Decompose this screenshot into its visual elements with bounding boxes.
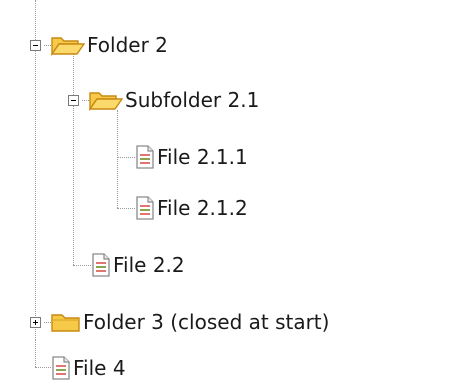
document-icon	[52, 356, 70, 380]
tree-connector	[35, 367, 51, 368]
tree-connector	[117, 110, 118, 208]
closed-folder-icon	[51, 314, 80, 332]
node-label: File 2.1.1	[157, 145, 248, 169]
node-label: Folder 2	[87, 33, 168, 57]
tree-node-file-2-1-2[interactable]: File 2.1.2	[135, 193, 248, 223]
file-tree: Folder 2 Subfolder 2.1 File 2.1.1 File 2…	[0, 0, 463, 385]
node-label: Folder 3 (closed at start)	[83, 310, 330, 334]
tree-node-folder-2[interactable]: Folder 2	[30, 30, 168, 60]
expand-toggle[interactable]	[30, 316, 41, 328]
tree-node-folder-3[interactable]: Folder 3 (closed at start)	[30, 307, 329, 337]
tree-connector	[117, 208, 135, 209]
open-folder-icon	[51, 37, 85, 56]
tree-node-file-4[interactable]: File 4	[51, 353, 126, 383]
document-icon	[92, 253, 110, 277]
tree-connector	[117, 157, 135, 158]
tree-node-file-2-1-1[interactable]: File 2.1.1	[135, 142, 248, 172]
tree-connector	[35, 340, 36, 367]
tree-node-subfolder-2-1[interactable]: Subfolder 2.1	[68, 85, 259, 115]
document-icon	[136, 145, 154, 169]
collapse-toggle[interactable]	[68, 94, 79, 106]
open-folder-icon	[89, 92, 123, 111]
node-label: File 2.2	[113, 253, 185, 277]
tree-connector	[73, 265, 91, 266]
document-icon	[136, 196, 154, 220]
node-label: File 2.1.2	[157, 196, 248, 220]
node-label: File 4	[73, 356, 126, 380]
node-label: Subfolder 2.1	[125, 88, 260, 112]
collapse-toggle[interactable]	[30, 39, 41, 51]
tree-node-file-2-2[interactable]: File 2.2	[91, 250, 185, 280]
